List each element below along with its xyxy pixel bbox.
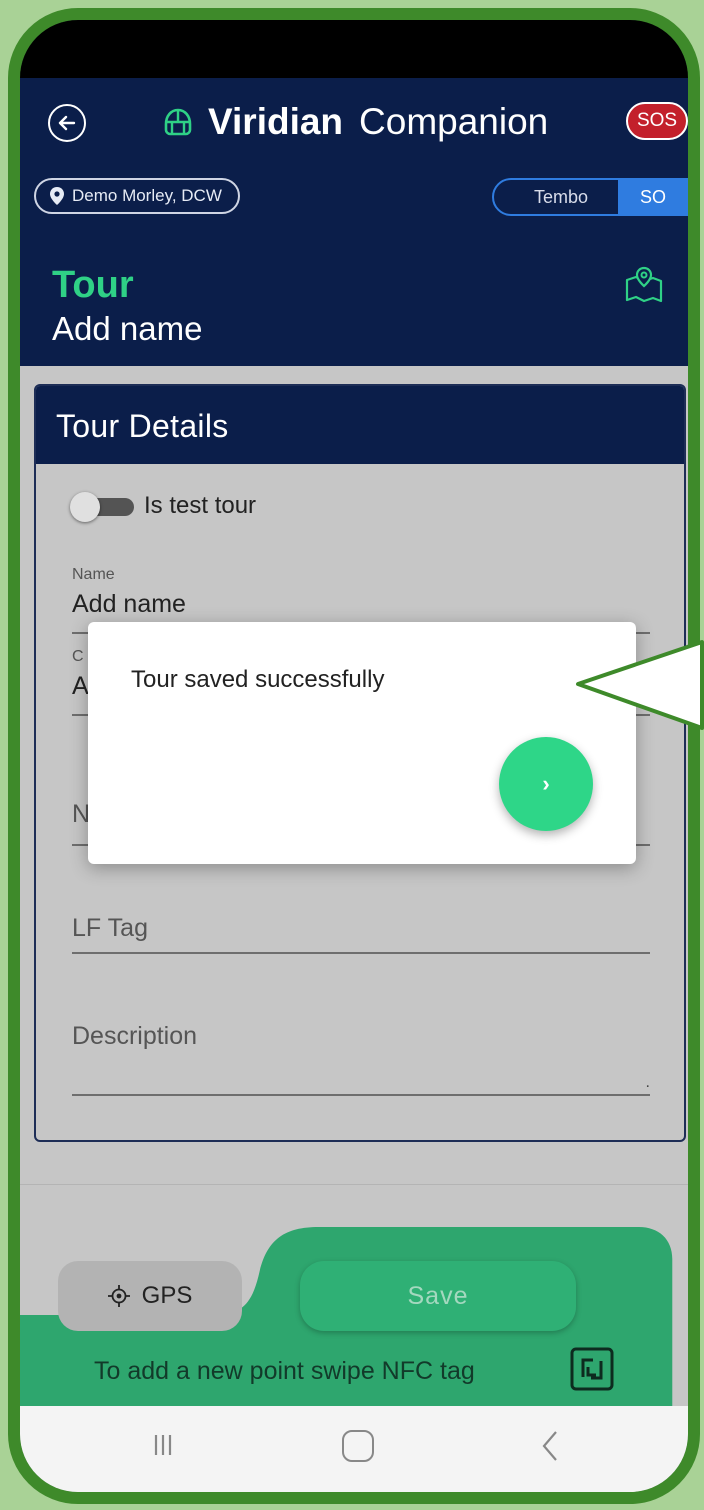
gps-label: GPS — [141, 1282, 193, 1309]
phone-frame: Viridian Companion SOS Demo Morley, DCW … — [8, 8, 700, 1504]
app-header: Viridian Companion SOS Demo Morley, DCW … — [20, 78, 688, 368]
location-chip[interactable]: Demo Morley, DCW — [34, 178, 240, 214]
dialog-message: Tour saved successfully — [131, 666, 385, 693]
description-field[interactable]: Description . — [72, 1022, 650, 1096]
page-subtitle: Add name — [52, 310, 203, 347]
test-tour-label: Is test tour — [144, 492, 257, 519]
brand: Viridian Companion — [160, 94, 548, 150]
test-tour-row: Is test tour — [70, 486, 256, 526]
chevron-right-icon: › — [542, 771, 550, 796]
system-back-icon[interactable] — [538, 1428, 562, 1464]
brand-name: Viridian — [208, 101, 344, 142]
success-dialog: Tour saved successfully › — [88, 622, 636, 864]
map-location-icon[interactable] — [624, 264, 664, 304]
page-title: Tour — [52, 264, 134, 306]
location-label: Demo Morley, DCW — [72, 186, 222, 205]
description-placeholder: Description — [72, 1022, 198, 1050]
nfc-hint: To add a new point swipe NFC tag — [94, 1357, 475, 1385]
name-field-label: Name — [72, 566, 115, 583]
home-icon[interactable] — [342, 1430, 374, 1462]
lf-tag-field[interactable]: LF Tag — [72, 914, 650, 954]
role-toggle[interactable]: Tembo SO — [492, 178, 688, 216]
back-button[interactable] — [48, 104, 86, 142]
switch-thumb — [70, 492, 100, 522]
resize-dot: . — [645, 1074, 650, 1091]
system-navigation-bar — [20, 1406, 688, 1492]
bottom-action-area: GPS Save To add a new point swipe NFC ta… — [20, 1184, 688, 1433]
toggle-option-tembo[interactable]: Tembo — [494, 180, 618, 214]
card-header: Tour Details — [36, 386, 684, 464]
next-button[interactable]: › — [499, 737, 593, 831]
nfc-icon — [570, 1347, 614, 1391]
callout-arrow — [576, 640, 704, 730]
lf-tag-placeholder: LF Tag — [72, 914, 148, 942]
gps-button[interactable]: GPS — [58, 1261, 242, 1331]
brand-subtitle: Companion — [359, 101, 549, 142]
toggle-option-so[interactable]: SO — [618, 180, 688, 214]
name-field-value: Add name — [72, 590, 186, 618]
save-button[interactable]: Save — [300, 1261, 576, 1331]
map-pin-icon — [50, 187, 64, 205]
test-tour-switch[interactable] — [70, 492, 134, 522]
main-content: Tour Details Is test tour Name Add name … — [20, 366, 688, 1433]
arrow-left-icon — [58, 115, 76, 131]
recent-apps-icon[interactable] — [148, 1430, 178, 1460]
status-bar — [20, 20, 688, 78]
sos-button[interactable]: SOS — [626, 102, 688, 140]
helmet-icon — [164, 108, 192, 136]
crosshair-icon — [107, 1285, 130, 1307]
